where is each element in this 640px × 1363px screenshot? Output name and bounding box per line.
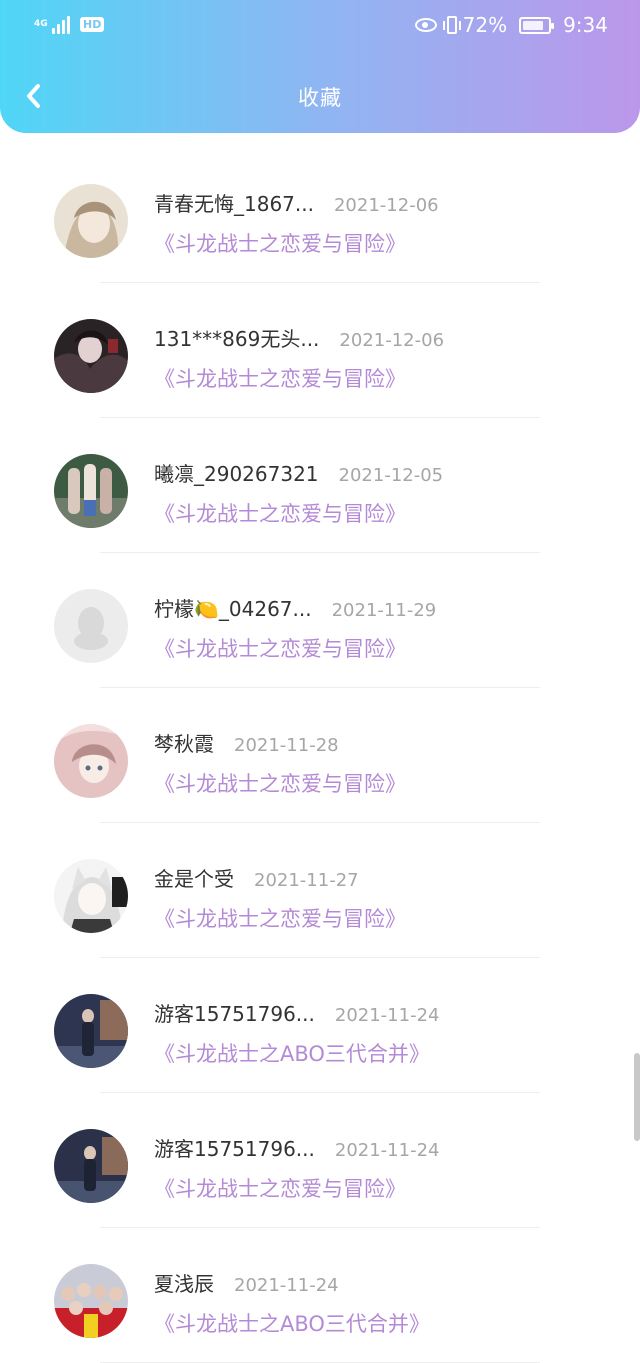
user-name: 棽秋霞	[154, 732, 214, 756]
battery-percent: 72%	[462, 13, 508, 37]
avatar[interactable]	[54, 589, 128, 663]
avatar[interactable]	[54, 319, 128, 393]
avatar[interactable]	[54, 724, 128, 798]
network-type: 4G	[34, 18, 48, 29]
user-name-row: 柠檬🍋_04267... 2021-11-29	[154, 593, 436, 622]
list-item[interactable]: 游客15751796... 2021-11-24 《斗龙战士之恋爱与冒险》	[0, 1093, 640, 1228]
item-date: 2021-12-06	[333, 195, 439, 216]
list-item[interactable]: 夏浅辰 2021-11-24 《斗龙战士之ABO三代合并》	[0, 1228, 640, 1363]
book-title[interactable]: 《斗龙战士之恋爱与冒险》	[154, 1173, 406, 1203]
user-name: 柠檬🍋_04267...	[154, 597, 312, 621]
scrollbar-thumb[interactable]	[634, 1053, 640, 1141]
user-name: 131***869无头...	[154, 327, 320, 351]
vibrate-icon	[442, 16, 461, 34]
default-avatar-icon	[54, 589, 128, 663]
item-date: 2021-11-24	[334, 1140, 440, 1161]
avatar[interactable]	[54, 184, 128, 258]
page-title: 收藏	[298, 86, 342, 110]
book-title[interactable]: 《斗龙战士之恋爱与冒险》	[154, 228, 406, 258]
book-title[interactable]: 《斗龙战士之ABO三代合并》	[154, 1308, 430, 1338]
user-name-row: 金是个受 2021-11-27	[154, 863, 359, 892]
list-item[interactable]: 游客15751796... 2021-11-24 《斗龙战士之ABO三代合并》	[0, 958, 640, 1093]
item-date: 2021-11-28	[234, 735, 339, 756]
avatar[interactable]	[54, 859, 128, 933]
eye-icon	[414, 18, 437, 32]
user-name-row: 游客15751796... 2021-11-24	[154, 1133, 439, 1162]
book-title[interactable]: 《斗龙战士之ABO三代合并》	[154, 1038, 430, 1068]
item-date: 2021-11-24	[234, 1275, 339, 1296]
book-title[interactable]: 《斗龙战士之恋爱与冒险》	[154, 363, 406, 393]
status-right: 72% 9:34	[414, 13, 608, 37]
item-date: 2021-11-27	[254, 870, 359, 891]
book-title[interactable]: 《斗龙战士之恋爱与冒险》	[154, 903, 406, 933]
book-title[interactable]: 《斗龙战士之恋爱与冒险》	[154, 498, 406, 528]
user-name: 金是个受	[154, 867, 234, 891]
user-name: 曦凛_290267321	[154, 462, 319, 486]
avatar[interactable]	[54, 1129, 128, 1203]
hd-badge: HD	[80, 16, 105, 32]
list-item[interactable]: 131***869无头... 2021-12-06 《斗龙战士之恋爱与冒险》	[0, 283, 640, 418]
book-title[interactable]: 《斗龙战士之恋爱与冒险》	[154, 768, 406, 798]
user-name-row: 游客15751796... 2021-11-24	[154, 998, 439, 1027]
signal-icon	[52, 14, 70, 34]
book-title[interactable]: 《斗龙战士之恋爱与冒险》	[154, 633, 406, 663]
list-item[interactable]: 曦凛_290267321 2021-12-05 《斗龙战士之恋爱与冒险》	[0, 418, 640, 553]
avatar[interactable]	[54, 994, 128, 1068]
favorites-list: 青春无悔_1867... 2021-12-06 《斗龙战士之恋爱与冒险》 131*…	[0, 148, 640, 1363]
avatar[interactable]	[54, 1264, 128, 1338]
user-name-row: 棽秋霞 2021-11-28	[154, 728, 339, 757]
user-name: 游客15751796...	[154, 1002, 315, 1026]
user-name: 游客15751796...	[154, 1137, 315, 1161]
list-item[interactable]: 棽秋霞 2021-11-28 《斗龙战士之恋爱与冒险》	[0, 688, 640, 823]
user-name-row: 青春无悔_1867... 2021-12-06	[154, 188, 439, 217]
status-bar: 4G HD 72% 9:34	[0, 0, 640, 54]
avatar[interactable]	[54, 454, 128, 528]
item-date: 2021-11-29	[331, 600, 437, 621]
user-name-row: 131***869无头... 2021-12-06	[154, 323, 444, 352]
user-name-row: 曦凛_290267321 2021-12-05	[154, 458, 443, 487]
list-item[interactable]: 青春无悔_1867... 2021-12-06 《斗龙战士之恋爱与冒险》	[0, 148, 640, 283]
list-item[interactable]: 金是个受 2021-11-27 《斗龙战士之恋爱与冒险》	[0, 823, 640, 958]
header-bar: 4G HD 72% 9:34 收藏	[0, 0, 640, 133]
user-name-row: 夏浅辰 2021-11-24	[154, 1268, 339, 1297]
item-date: 2021-11-24	[334, 1005, 440, 1026]
user-name: 夏浅辰	[154, 1272, 214, 1296]
user-name: 青春无悔_1867...	[154, 192, 314, 216]
signal-group: 4G HD	[34, 14, 105, 34]
list-item[interactable]: 柠檬🍋_04267... 2021-11-29 《斗龙战士之恋爱与冒险》	[0, 553, 640, 688]
battery-icon	[519, 16, 555, 34]
clock: 9:34	[563, 13, 608, 37]
item-date: 2021-12-06	[339, 330, 445, 351]
item-date: 2021-12-05	[338, 465, 444, 486]
